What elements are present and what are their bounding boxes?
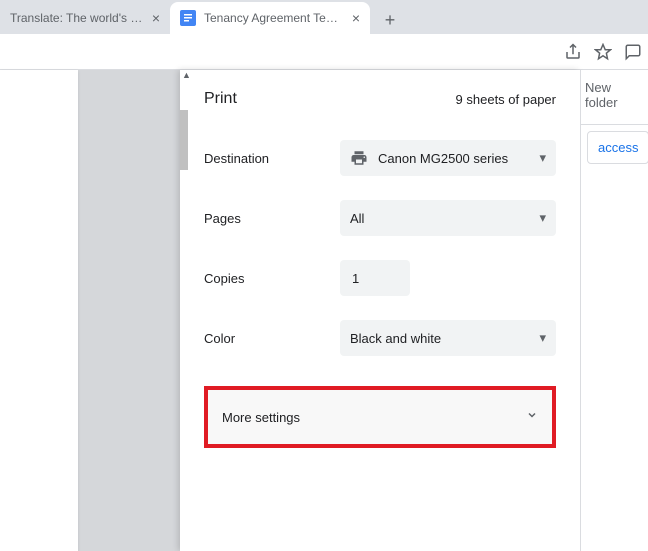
pages-value: All [350,211,364,226]
destination-value: Canon MG2500 series [378,151,508,166]
tab-title: Translate: The world's mo [10,11,144,25]
copies-input[interactable] [340,260,410,296]
copies-row: Copies [180,248,580,308]
access-button[interactable]: access [587,131,648,164]
tab-strip: Translate: The world's mo × Tenancy Agre… [0,0,648,34]
new-folder-label: New folder [581,70,648,118]
destination-label: Destination [204,151,340,166]
content-area: ▲ Print 9 sheets of paper Destination Ca… [0,70,648,551]
print-panel: ▲ Print 9 sheets of paper Destination Ca… [180,70,580,551]
new-tab-button[interactable]: + [376,6,404,34]
close-icon[interactable]: × [152,10,160,26]
divider [581,124,648,125]
toolbar [0,34,648,70]
bookmark-icon[interactable] [594,43,612,61]
scroll-up-icon[interactable]: ▲ [182,70,191,80]
right-panel: New folder access [580,70,648,551]
print-title: Print [204,90,237,108]
document-preview-bg [0,70,180,551]
scrollbar-thumb[interactable] [180,110,188,170]
chevron-down-icon: ▾ [539,210,546,226]
color-label: Color [204,331,340,346]
pages-select[interactable]: All ▾ [340,200,556,236]
color-value: Black and white [350,331,441,346]
document-page [0,70,78,551]
color-row: Color Black and white ▾ [180,308,580,368]
print-header: Print 9 sheets of paper [180,70,580,128]
pages-row: Pages All ▾ [180,188,580,248]
destination-select[interactable]: Canon MG2500 series ▾ [340,140,556,176]
tab-translate[interactable]: Translate: The world's mo × [0,2,170,34]
sheets-count: 9 sheets of paper [456,92,556,107]
tab-title: Tenancy Agreement Template.do [204,11,344,25]
docs-icon [180,10,196,26]
tab-document[interactable]: Tenancy Agreement Template.do × [170,2,370,34]
more-settings-label: More settings [222,410,300,425]
printer-icon [350,149,368,167]
pages-label: Pages [204,211,340,226]
chevron-down-icon: ▾ [539,330,546,346]
chevron-down-icon [526,408,538,426]
chevron-down-icon: ▾ [539,150,546,166]
close-icon[interactable]: × [352,10,360,26]
share-icon[interactable] [564,43,582,61]
more-settings-button[interactable]: More settings [204,386,556,448]
comment-icon[interactable] [624,43,642,61]
destination-row: Destination Canon MG2500 series ▾ [180,128,580,188]
color-select[interactable]: Black and white ▾ [340,320,556,356]
copies-label: Copies [204,271,340,286]
